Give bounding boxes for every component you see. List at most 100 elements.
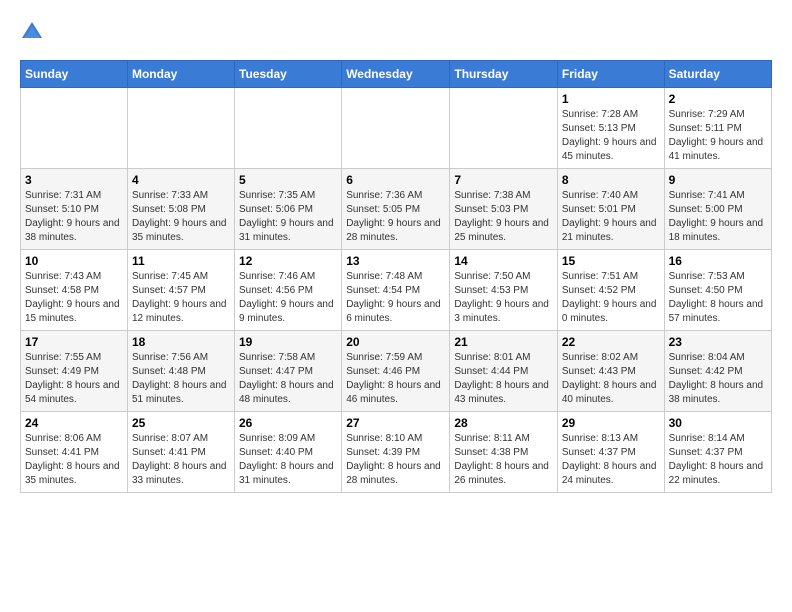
day-number: 9 (669, 173, 767, 187)
calendar-cell: 7 Sunrise: 7:38 AM Sunset: 5:03 PM Daylig… (450, 169, 558, 250)
day-info: Sunrise: 7:55 AM Sunset: 4:49 PM Dayligh… (25, 351, 123, 407)
day-number: 14 (454, 254, 553, 268)
day-number: 11 (132, 254, 230, 268)
day-number: 7 (454, 173, 553, 187)
calendar-header-monday: Monday (127, 61, 234, 88)
day-info: Sunrise: 8:04 AM Sunset: 4:42 PM Dayligh… (669, 351, 767, 407)
day-number: 16 (669, 254, 767, 268)
calendar-cell: 23 Sunrise: 8:04 AM Sunset: 4:42 PM Dayli… (664, 331, 771, 412)
day-number: 20 (346, 335, 445, 349)
day-info: Sunrise: 7:41 AM Sunset: 5:00 PM Dayligh… (669, 189, 767, 245)
day-info: Sunrise: 7:35 AM Sunset: 5:06 PM Dayligh… (239, 189, 337, 245)
day-number: 28 (454, 416, 553, 430)
day-number: 21 (454, 335, 553, 349)
day-info: Sunrise: 7:51 AM Sunset: 4:52 PM Dayligh… (562, 270, 660, 326)
day-number: 29 (562, 416, 660, 430)
day-info: Sunrise: 7:56 AM Sunset: 4:48 PM Dayligh… (132, 351, 230, 407)
calendar-header-sunday: Sunday (21, 61, 128, 88)
calendar-cell: 21Sunrise: 8:01 AM Sunset: 4:44 PM Dayli… (450, 331, 558, 412)
calendar-cell: 13 Sunrise: 7:48 AM Sunset: 4:54 PM Dayli… (342, 250, 450, 331)
calendar-cell: 22 Sunrise: 8:02 AM Sunset: 4:43 PM Dayli… (557, 331, 664, 412)
day-info: Sunrise: 7:29 AM Sunset: 5:11 PM Dayligh… (669, 108, 767, 164)
calendar-header-tuesday: Tuesday (235, 61, 342, 88)
day-number: 8 (562, 173, 660, 187)
day-info: Sunrise: 7:40 AM Sunset: 5:01 PM Dayligh… (562, 189, 660, 245)
day-number: 25 (132, 416, 230, 430)
day-info: Sunrise: 8:11 AM Sunset: 4:38 PM Dayligh… (454, 432, 553, 488)
day-number: 1 (562, 92, 660, 106)
calendar-header-saturday: Saturday (664, 61, 771, 88)
calendar-header-wednesday: Wednesday (342, 61, 450, 88)
day-number: 12 (239, 254, 337, 268)
day-number: 5 (239, 173, 337, 187)
calendar-cell: 24 Sunrise: 8:06 AM Sunset: 4:41 PM Dayli… (21, 412, 128, 493)
calendar-header-thursday: Thursday (450, 61, 558, 88)
calendar-cell: 28 Sunrise: 8:11 AM Sunset: 4:38 PM Dayli… (450, 412, 558, 493)
day-info: Sunrise: 7:45 AM Sunset: 4:57 PM Dayligh… (132, 270, 230, 326)
day-info: Sunrise: 8:09 AM Sunset: 4:40 PM Dayligh… (239, 432, 337, 488)
day-number: 24 (25, 416, 123, 430)
day-info: Sunrise: 7:59 AM Sunset: 4:46 PM Dayligh… (346, 351, 445, 407)
calendar-week-row: 3 Sunrise: 7:31 AM Sunset: 5:10 PM Daylig… (21, 169, 772, 250)
calendar-week-row: 17Sunrise: 7:55 AM Sunset: 4:49 PM Dayli… (21, 331, 772, 412)
day-info: Sunrise: 7:58 AM Sunset: 4:47 PM Dayligh… (239, 351, 337, 407)
day-info: Sunrise: 7:31 AM Sunset: 5:10 PM Dayligh… (25, 189, 123, 245)
day-info: Sunrise: 8:10 AM Sunset: 4:39 PM Dayligh… (346, 432, 445, 488)
day-info: Sunrise: 8:06 AM Sunset: 4:41 PM Dayligh… (25, 432, 123, 488)
calendar-cell (342, 88, 450, 169)
calendar-week-row: 24 Sunrise: 8:06 AM Sunset: 4:41 PM Dayli… (21, 412, 772, 493)
day-number: 6 (346, 173, 445, 187)
calendar-week-row: 10Sunrise: 7:43 AM Sunset: 4:58 PM Dayli… (21, 250, 772, 331)
calendar-header-row: SundayMondayTuesdayWednesdayThursdayFrid… (21, 61, 772, 88)
calendar-cell: 11 Sunrise: 7:45 AM Sunset: 4:57 PM Dayli… (127, 250, 234, 331)
calendar-cell: 18 Sunrise: 7:56 AM Sunset: 4:48 PM Dayli… (127, 331, 234, 412)
day-number: 4 (132, 173, 230, 187)
day-info: Sunrise: 8:02 AM Sunset: 4:43 PM Dayligh… (562, 351, 660, 407)
logo-icon (20, 20, 44, 44)
day-info: Sunrise: 7:50 AM Sunset: 4:53 PM Dayligh… (454, 270, 553, 326)
day-info: Sunrise: 7:36 AM Sunset: 5:05 PM Dayligh… (346, 189, 445, 245)
calendar-cell: 27 Sunrise: 8:10 AM Sunset: 4:39 PM Dayli… (342, 412, 450, 493)
calendar-week-row: 1Sunrise: 7:28 AM Sunset: 5:13 PM Daylig… (21, 88, 772, 169)
day-info: Sunrise: 7:48 AM Sunset: 4:54 PM Dayligh… (346, 270, 445, 326)
calendar-cell: 3 Sunrise: 7:31 AM Sunset: 5:10 PM Daylig… (21, 169, 128, 250)
day-number: 13 (346, 254, 445, 268)
calendar-cell: 8 Sunrise: 7:40 AM Sunset: 5:01 PM Daylig… (557, 169, 664, 250)
day-info: Sunrise: 8:07 AM Sunset: 4:41 PM Dayligh… (132, 432, 230, 488)
day-number: 22 (562, 335, 660, 349)
day-number: 18 (132, 335, 230, 349)
day-info: Sunrise: 7:38 AM Sunset: 5:03 PM Dayligh… (454, 189, 553, 245)
calendar-cell (235, 88, 342, 169)
calendar-cell (450, 88, 558, 169)
calendar-cell: 6 Sunrise: 7:36 AM Sunset: 5:05 PM Daylig… (342, 169, 450, 250)
calendar-cell: 19 Sunrise: 7:58 AM Sunset: 4:47 PM Dayli… (235, 331, 342, 412)
day-number: 19 (239, 335, 337, 349)
day-number: 26 (239, 416, 337, 430)
calendar-cell: 4Sunrise: 7:33 AM Sunset: 5:08 PM Daylig… (127, 169, 234, 250)
calendar-cell: 30 Sunrise: 8:14 AM Sunset: 4:37 PM Dayli… (664, 412, 771, 493)
calendar-cell (127, 88, 234, 169)
calendar-cell: 10Sunrise: 7:43 AM Sunset: 4:58 PM Dayli… (21, 250, 128, 331)
day-number: 3 (25, 173, 123, 187)
calendar-cell: 29 Sunrise: 8:13 AM Sunset: 4:37 PM Dayli… (557, 412, 664, 493)
day-number: 15 (562, 254, 660, 268)
calendar-cell: 14 Sunrise: 7:50 AM Sunset: 4:53 PM Dayli… (450, 250, 558, 331)
calendar-cell: 5 Sunrise: 7:35 AM Sunset: 5:06 PM Daylig… (235, 169, 342, 250)
logo (20, 20, 48, 44)
calendar-cell: 1Sunrise: 7:28 AM Sunset: 5:13 PM Daylig… (557, 88, 664, 169)
day-number: 30 (669, 416, 767, 430)
day-number: 2 (669, 92, 767, 106)
calendar-cell: 12Sunrise: 7:46 AM Sunset: 4:56 PM Dayli… (235, 250, 342, 331)
calendar-cell: 20 Sunrise: 7:59 AM Sunset: 4:46 PM Dayli… (342, 331, 450, 412)
day-info: Sunrise: 8:14 AM Sunset: 4:37 PM Dayligh… (669, 432, 767, 488)
calendar-cell (21, 88, 128, 169)
day-info: Sunrise: 7:53 AM Sunset: 4:50 PM Dayligh… (669, 270, 767, 326)
calendar-cell: 2 Sunrise: 7:29 AM Sunset: 5:11 PM Daylig… (664, 88, 771, 169)
day-number: 27 (346, 416, 445, 430)
calendar-cell: 26 Sunrise: 8:09 AM Sunset: 4:40 PM Dayli… (235, 412, 342, 493)
day-number: 23 (669, 335, 767, 349)
calendar-table: SundayMondayTuesdayWednesdayThursdayFrid… (20, 60, 772, 493)
calendar-cell: 15 Sunrise: 7:51 AM Sunset: 4:52 PM Dayli… (557, 250, 664, 331)
day-info: Sunrise: 8:13 AM Sunset: 4:37 PM Dayligh… (562, 432, 660, 488)
calendar-cell: 25 Sunrise: 8:07 AM Sunset: 4:41 PM Dayli… (127, 412, 234, 493)
